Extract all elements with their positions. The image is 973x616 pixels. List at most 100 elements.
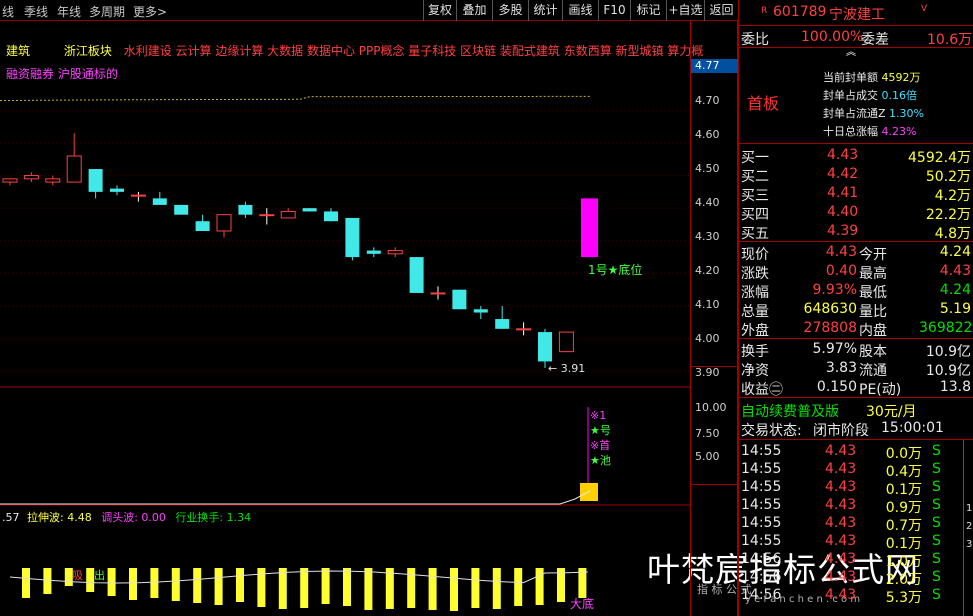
candle-body: [23, 175, 39, 180]
fin-row: 换手 5.97% 股本 10.9亿: [741, 341, 971, 360]
candle-body: [452, 289, 467, 310]
big-bottom-mark: 大底: [570, 597, 595, 611]
indicator-bar: [129, 568, 137, 600]
current-price-tag: 4.77: [691, 59, 738, 73]
quote-row: 总量 648630 量比 5.19: [741, 301, 971, 320]
kline-chart-area[interactable]: 建筑 浙江板块 水利建设 云计算 边缘计算 大数据 数据中心 PPP概念 量子科…: [0, 21, 918, 616]
stats-button[interactable]: 统计: [528, 0, 562, 21]
tick-row: 14:55 4.43 0.1万 S: [741, 479, 941, 498]
indicator-bar: [22, 568, 30, 598]
indicator-bar: [471, 568, 480, 608]
signal-note: ★号: [590, 424, 611, 437]
stock-title[interactable]: R 601789 宁波建工 V: [739, 3, 973, 23]
indicator-bar: [43, 568, 52, 594]
candle-body: [280, 210, 296, 219]
candle-body: [45, 178, 61, 183]
overlay-button[interactable]: 叠加: [456, 0, 492, 21]
indicator-bar: [214, 568, 223, 605]
candle-body: [430, 292, 446, 295]
vol-axis-tick: 5.00: [695, 450, 720, 463]
industry-turnover: 行业换手: 1.34: [175, 511, 252, 524]
indicator-bar: [450, 568, 458, 611]
stretch-wave: 拉伸波: 4.48: [27, 511, 92, 524]
tick-row: 14:55 4.43 0.0万 S: [741, 443, 941, 462]
tab-quarter-line[interactable]: 季线: [24, 3, 48, 20]
indicator-bar: [150, 568, 159, 598]
candle-body: [130, 194, 146, 197]
quote-row: 涨跌 0.40 最高 4.43: [741, 263, 971, 282]
chevron-up-icon[interactable]: ︽: [846, 43, 856, 58]
candle-body: [324, 211, 338, 222]
tab-multi-period[interactable]: 多周期: [89, 3, 125, 20]
candle-body: [66, 155, 82, 183]
axis-tick: 4.10: [695, 298, 720, 311]
mark-button[interactable]: 标记: [630, 0, 666, 21]
signal-note: ※首: [590, 438, 610, 452]
bid-row: 买四 4.40 22.2万: [741, 204, 971, 223]
indicator-prefix: .57: [2, 511, 20, 524]
tick-row: 14:55 4.43 0.7万 S: [741, 515, 941, 534]
quote-row: 涨幅 9.93% 最低 4.24: [741, 282, 971, 301]
vol-axis-tick: 7.50: [695, 427, 720, 440]
candle-body: [2, 178, 18, 183]
indicator-legend: .57 拉伸波: 4.48 调头波: 0.00 行业换手: 1.34: [2, 509, 251, 525]
axis-tick: 3.90: [695, 366, 720, 379]
adjust-button[interactable]: 复权: [423, 0, 456, 21]
stock-suffix: V: [921, 4, 928, 14]
tab-line[interactable]: 线: [2, 3, 14, 20]
indicator-bar: [171, 568, 180, 601]
indicator-bar: [236, 568, 244, 602]
weibi-row: 委比 100.00% 委差 10.6万: [741, 29, 973, 48]
f10-button[interactable]: F10: [598, 0, 630, 21]
tick-scrollbar[interactable]: 1 2 3: [963, 440, 973, 616]
tick-row: 14:56 4.43 5.3万 S: [741, 587, 941, 606]
candle-body: [302, 208, 317, 212]
tick-row: 14:55 4.43 0.4万 S: [741, 461, 941, 480]
quote-row: 现价 4.43 今开 4.24: [741, 244, 971, 263]
turn-wave: 调头波: 0.00: [101, 511, 166, 524]
tab-more[interactable]: 更多>: [133, 3, 167, 20]
signal-note: ※1: [590, 409, 606, 422]
multi-stock-button[interactable]: 多股: [492, 0, 528, 21]
axis-tick: 4.00: [695, 332, 720, 345]
quote-row: 外盘 278808 内盘 369822: [741, 320, 973, 339]
tick-row: 14:55 4.43 0.1万 S: [741, 533, 941, 552]
promo-row[interactable]: 自动续费普及版 30元/月: [739, 400, 973, 420]
buy-mark: 吸: [72, 569, 83, 582]
axis-tick: 4.40: [695, 196, 720, 209]
bid-row: 买三 4.41 4.2万: [741, 185, 971, 204]
candle-body: [409, 257, 424, 293]
axis-tick: 4.50: [695, 162, 720, 175]
back-button[interactable]: 返回: [704, 0, 738, 21]
candle-body: [216, 214, 232, 232]
indicator-bar: [86, 568, 95, 592]
margin-flag: R: [761, 6, 768, 16]
candle-body: [152, 198, 167, 205]
axis-tick: 4.30: [695, 230, 720, 243]
tick-row: 14:56 4.43 1.0万 S: [741, 551, 941, 570]
indicator-bar: [193, 568, 202, 603]
indicator-bar: [300, 568, 309, 608]
seal-info: 当前封单额 4592万 封单占成交 0.16倍 封单占流通Z 1.30% 十日总…: [823, 71, 924, 138]
period-toolbar: 线 季线 年线 多周期 更多> 复权 叠加 多股 统计 画线 F10 标记 +自…: [0, 0, 738, 21]
candle-body: [174, 204, 189, 215]
stock-name: 宁波建工: [829, 7, 885, 23]
indicator-bar: [492, 568, 501, 609]
signal-bar: [581, 198, 598, 258]
indicator-bar: [278, 568, 287, 609]
fin-row: 收益㊁ 0.150 PE(动) 13.8: [741, 379, 971, 398]
candle-body: [473, 309, 488, 313]
bid-row: 买二 4.42 50.2万: [741, 166, 971, 185]
indicator-bar: [343, 568, 351, 606]
first-board-label: 首板: [747, 94, 780, 113]
bid-row: 买一 4.43 4592.4万: [741, 147, 971, 166]
quote-panel: R 601789 宁波建工 V 委比 100.00% 委差 10.6万 ︽ 首板…: [738, 0, 973, 616]
draw-line-button[interactable]: 画线: [562, 0, 598, 21]
add-watchlist-button[interactable]: +自选: [666, 0, 704, 21]
tab-year-line[interactable]: 年线: [57, 3, 81, 20]
candle-body: [538, 332, 552, 362]
bid-row: 买五 4.39 4.8万: [741, 223, 971, 242]
candle-body: [345, 217, 360, 258]
tick-row: 14:56 4.43 2.0万 S: [741, 569, 941, 588]
axis-tick: 4.60: [695, 128, 720, 141]
